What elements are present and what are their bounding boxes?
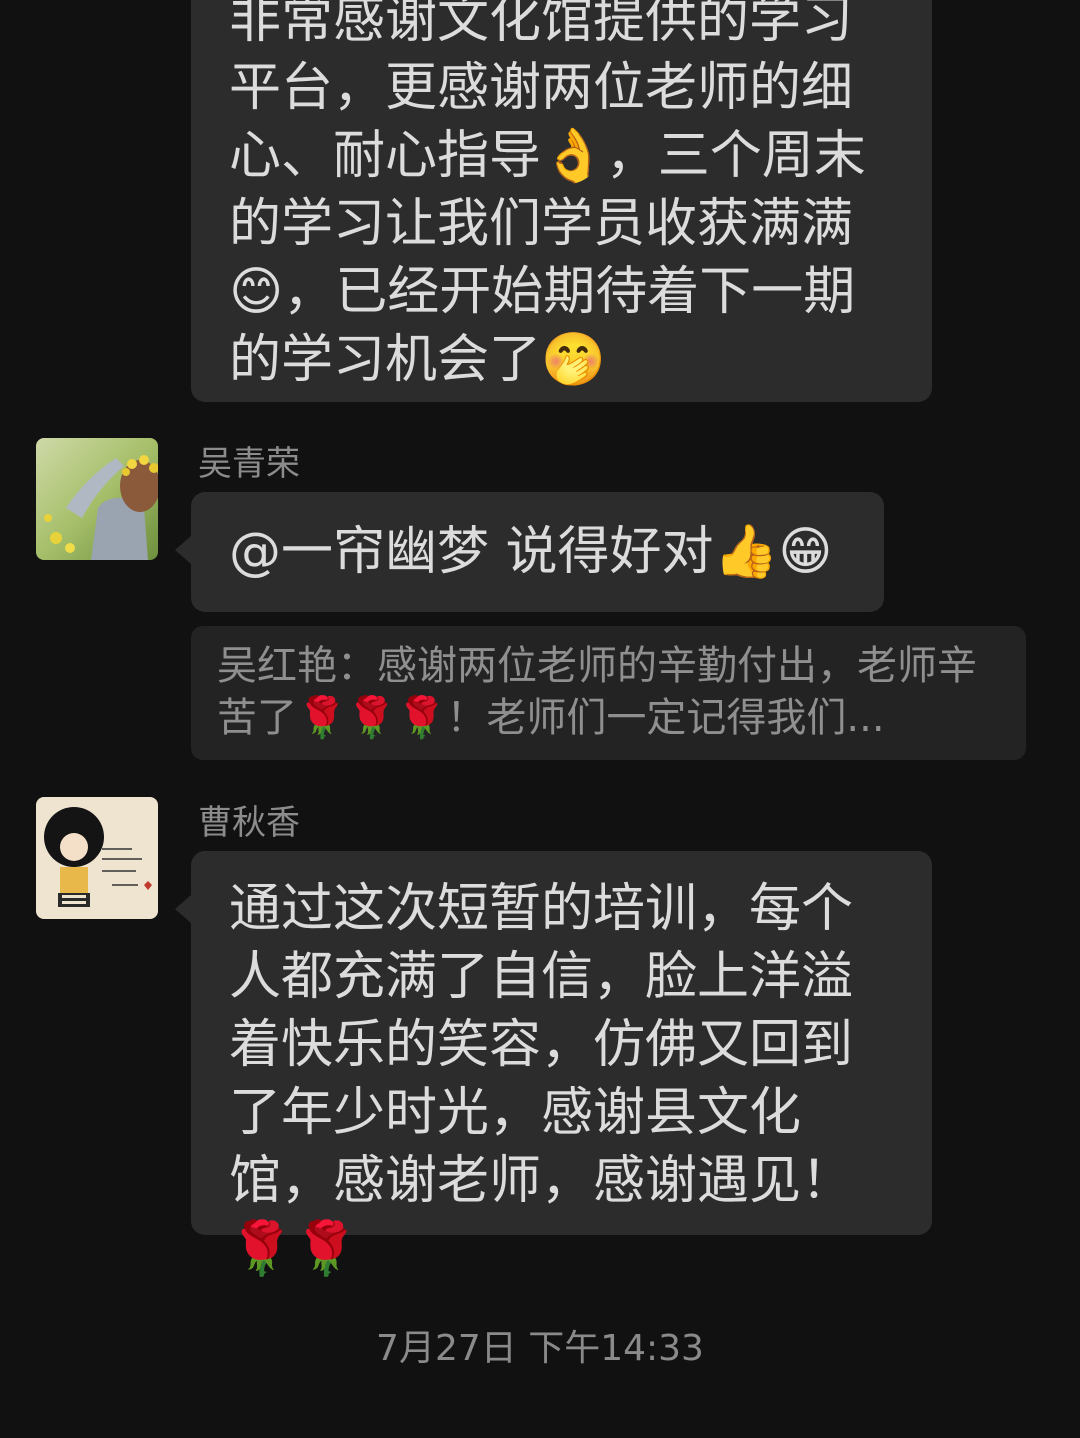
chat-window: 非常感谢文化馆提供的学习平台，更感谢两位老师的细心、耐心指导👌，三个周末的学习让… [0,0,1080,1438]
quoted-message[interactable]: 吴红艳：感谢两位老师的辛勤付出，老师辛苦了🌹🌹🌹！老师们一定记得我们... [191,626,1026,760]
message-bubble[interactable]: 通过这次短暂的培训，每个人都充满了自信，脸上洋溢着快乐的笑容，仿佛又回到了年少时… [175,851,932,1279]
avatar[interactable] [36,797,158,919]
sender-name: 曹秋香 [198,803,300,843]
quote-text: 吴红艳：感谢两位老师的辛勤付出，老师辛苦了🌹🌹🌹！老师们一定记得我们... [217,643,977,741]
avatar[interactable] [36,438,158,560]
message-bubble[interactable]: @一帘幽梦 说得好对👍😁 [175,492,884,612]
bubble-tail [175,895,191,923]
message-bubble[interactable]: 非常感谢文化馆提供的学习平台，更感谢两位老师的细心、耐心指导👌，三个周末的学习让… [191,0,932,402]
message-text: 通过这次短暂的培训，每个人都充满了自信，脸上洋溢着快乐的笑容，仿佛又回到了年少时… [229,879,854,1279]
timestamp: 7月27日 下午14:33 [376,1328,704,1369]
message-text: @一帘幽梦 说得好对👍😁 [229,522,833,582]
avatar-girl-with-flowers-icon [36,438,158,560]
sender-name: 吴青荣 [198,444,300,484]
avatar-cartoon-girl-icon [36,797,158,919]
bubble-tail [175,536,191,564]
message-text: 非常感谢文化馆提供的学习平台，更感谢两位老师的细心、耐心指导👌，三个周末的学习让… [229,0,866,390]
